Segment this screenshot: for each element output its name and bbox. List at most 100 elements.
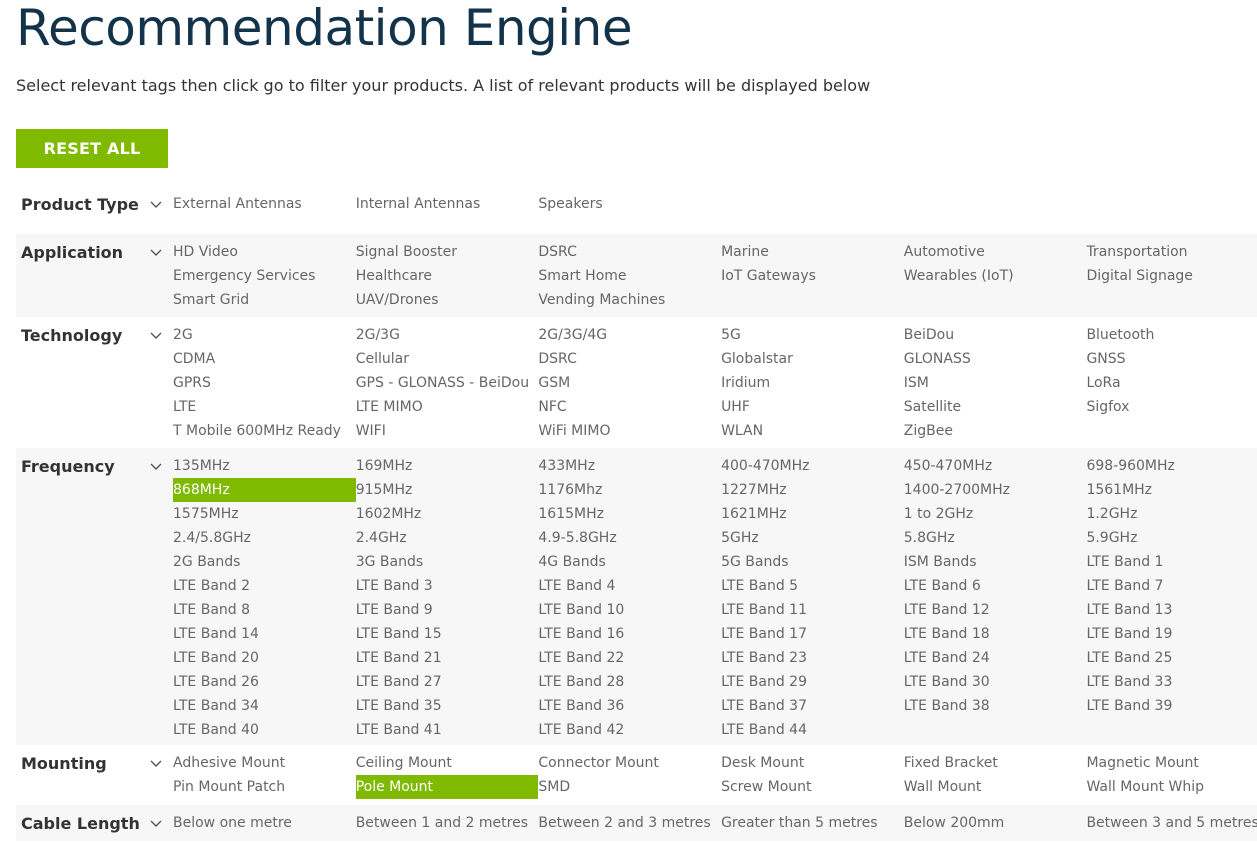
filter-tag[interactable]: LTE Band 38: [904, 694, 1087, 718]
filter-tag[interactable]: 5.9GHz: [1086, 526, 1257, 550]
filter-tag[interactable]: LTE Band 36: [538, 694, 721, 718]
filter-tag[interactable]: GNSS: [1086, 347, 1257, 371]
filter-tag[interactable]: GSM: [538, 371, 721, 395]
chevron-down-icon[interactable]: [149, 197, 163, 211]
filter-tag[interactable]: LTE Band 1: [1086, 550, 1257, 574]
filter-tag[interactable]: Speakers: [538, 192, 721, 216]
filter-tag[interactable]: Sigfox: [1086, 395, 1257, 419]
filter-tag[interactable]: 1615MHz: [538, 502, 721, 526]
filter-tag[interactable]: Satellite: [904, 395, 1087, 419]
filter-tag[interactable]: LTE Band 15: [356, 622, 539, 646]
filter-tag[interactable]: ZigBee: [904, 419, 1087, 443]
filter-tag[interactable]: WiFi MIMO: [538, 419, 721, 443]
filter-tag[interactable]: Screw Mount: [721, 775, 904, 799]
filter-tag[interactable]: LTE Band 41: [356, 718, 539, 742]
filter-tag[interactable]: T Mobile 600MHz Ready: [173, 419, 356, 443]
filter-tag[interactable]: 1575MHz: [173, 502, 356, 526]
filter-tag[interactable]: LTE Band 18: [904, 622, 1087, 646]
filter-tag[interactable]: CDMA: [173, 347, 356, 371]
filter-tag[interactable]: 4G Bands: [538, 550, 721, 574]
filter-tag[interactable]: Adhesive Mount: [173, 751, 356, 775]
filter-tag[interactable]: Vending Machines: [538, 288, 721, 312]
filter-tag[interactable]: WIFI: [356, 419, 539, 443]
filter-tag[interactable]: Wall Mount: [904, 775, 1087, 799]
filter-tag[interactable]: LTE Band 34: [173, 694, 356, 718]
filter-tag[interactable]: LTE Band 8: [173, 598, 356, 622]
filter-tag[interactable]: Between 2 and 3 metres: [538, 811, 721, 835]
filter-tag[interactable]: NFC: [538, 395, 721, 419]
reset-all-button[interactable]: RESET ALL: [16, 129, 168, 168]
filter-tag[interactable]: LoRa: [1086, 371, 1257, 395]
filter-tag[interactable]: 5G: [721, 323, 904, 347]
filter-tag[interactable]: DSRC: [538, 347, 721, 371]
filter-tag[interactable]: ISM Bands: [904, 550, 1087, 574]
filter-tag[interactable]: LTE Band 3: [356, 574, 539, 598]
filter-tag[interactable]: Below 200mm: [904, 811, 1087, 835]
filter-tag[interactable]: IoT Gateways: [721, 264, 904, 288]
filter-tag[interactable]: LTE Band 11: [721, 598, 904, 622]
filter-tag[interactable]: UHF: [721, 395, 904, 419]
filter-tag[interactable]: LTE Band 14: [173, 622, 356, 646]
filter-tag[interactable]: DSRC: [538, 240, 721, 264]
filter-tag[interactable]: Bluetooth: [1086, 323, 1257, 347]
filter-toggle-frequency[interactable]: Frequency: [16, 451, 173, 481]
filter-tag[interactable]: LTE Band 7: [1086, 574, 1257, 598]
filter-tag[interactable]: Digital Signage: [1086, 264, 1257, 288]
filter-tag[interactable]: 5GHz: [721, 526, 904, 550]
filter-tag[interactable]: HD Video: [173, 240, 356, 264]
filter-tag[interactable]: LTE Band 6: [904, 574, 1087, 598]
filter-tag[interactable]: External Antennas: [173, 192, 356, 216]
filter-tag[interactable]: LTE Band 17: [721, 622, 904, 646]
chevron-down-icon[interactable]: [149, 459, 163, 473]
filter-tag[interactable]: Between 3 and 5 metres: [1086, 811, 1257, 835]
filter-tag[interactable]: LTE: [173, 395, 356, 419]
filter-tag[interactable]: BeiDou: [904, 323, 1087, 347]
chevron-down-icon[interactable]: [149, 245, 163, 259]
filter-tag[interactable]: Connector Mount: [538, 751, 721, 775]
filter-tag[interactable]: Internal Antennas: [356, 192, 539, 216]
filter-tag[interactable]: LTE Band 37: [721, 694, 904, 718]
filter-tag[interactable]: Signal Booster: [356, 240, 539, 264]
filter-tag[interactable]: WLAN: [721, 419, 904, 443]
filter-tag[interactable]: 433MHz: [538, 454, 721, 478]
filter-toggle-technology[interactable]: Technology: [16, 320, 173, 350]
filter-tag[interactable]: LTE Band 44: [721, 718, 904, 742]
filter-tag[interactable]: 1 to 2GHz: [904, 502, 1087, 526]
filter-tag[interactable]: LTE Band 19: [1086, 622, 1257, 646]
filter-tag[interactable]: Wall Mount Whip: [1086, 775, 1257, 799]
filter-tag[interactable]: LTE Band 30: [904, 670, 1087, 694]
filter-toggle-product-type[interactable]: Product Type: [16, 189, 173, 219]
filter-tag[interactable]: 2G/3G/4G: [538, 323, 721, 347]
filter-tag[interactable]: Pole Mount: [355, 775, 539, 799]
filter-tag[interactable]: LTE Band 10: [538, 598, 721, 622]
filter-tag[interactable]: LTE Band 22: [538, 646, 721, 670]
filter-tag[interactable]: 915MHz: [356, 478, 539, 502]
filter-tag[interactable]: Transportation: [1086, 240, 1257, 264]
filter-tag[interactable]: LTE Band 23: [721, 646, 904, 670]
filter-tag[interactable]: LTE Band 29: [721, 670, 904, 694]
filter-tag[interactable]: 135MHz: [173, 454, 356, 478]
filter-tag[interactable]: GPS - GLONASS - BeiDou: [356, 371, 539, 395]
filter-tag[interactable]: LTE Band 39: [1086, 694, 1257, 718]
filter-tag[interactable]: 1621MHz: [721, 502, 904, 526]
filter-tag[interactable]: 2G Bands: [173, 550, 356, 574]
filter-tag[interactable]: LTE Band 2: [173, 574, 356, 598]
chevron-down-icon[interactable]: [149, 816, 163, 830]
filter-tag[interactable]: LTE Band 42: [538, 718, 721, 742]
filter-tag[interactable]: 450-470MHz: [904, 454, 1087, 478]
filter-tag[interactable]: Wearables (IoT): [904, 264, 1087, 288]
filter-tag[interactable]: LTE Band 24: [904, 646, 1087, 670]
filter-tag[interactable]: SMD: [538, 775, 721, 799]
filter-tag[interactable]: LTE Band 28: [538, 670, 721, 694]
filter-tag[interactable]: Fixed Bracket: [904, 751, 1087, 775]
filter-tag[interactable]: LTE Band 4: [538, 574, 721, 598]
filter-tag[interactable]: 2.4/5.8GHz: [173, 526, 356, 550]
filter-tag[interactable]: 1561MHz: [1086, 478, 1257, 502]
filter-tag[interactable]: 169MHz: [356, 454, 539, 478]
chevron-down-icon[interactable]: [149, 756, 163, 770]
filter-tag[interactable]: LTE Band 21: [356, 646, 539, 670]
filter-tag[interactable]: ISM: [904, 371, 1087, 395]
filter-tag[interactable]: Iridium: [721, 371, 904, 395]
filter-tag[interactable]: 4.9-5.8GHz: [538, 526, 721, 550]
filter-tag[interactable]: 1227MHz: [721, 478, 904, 502]
